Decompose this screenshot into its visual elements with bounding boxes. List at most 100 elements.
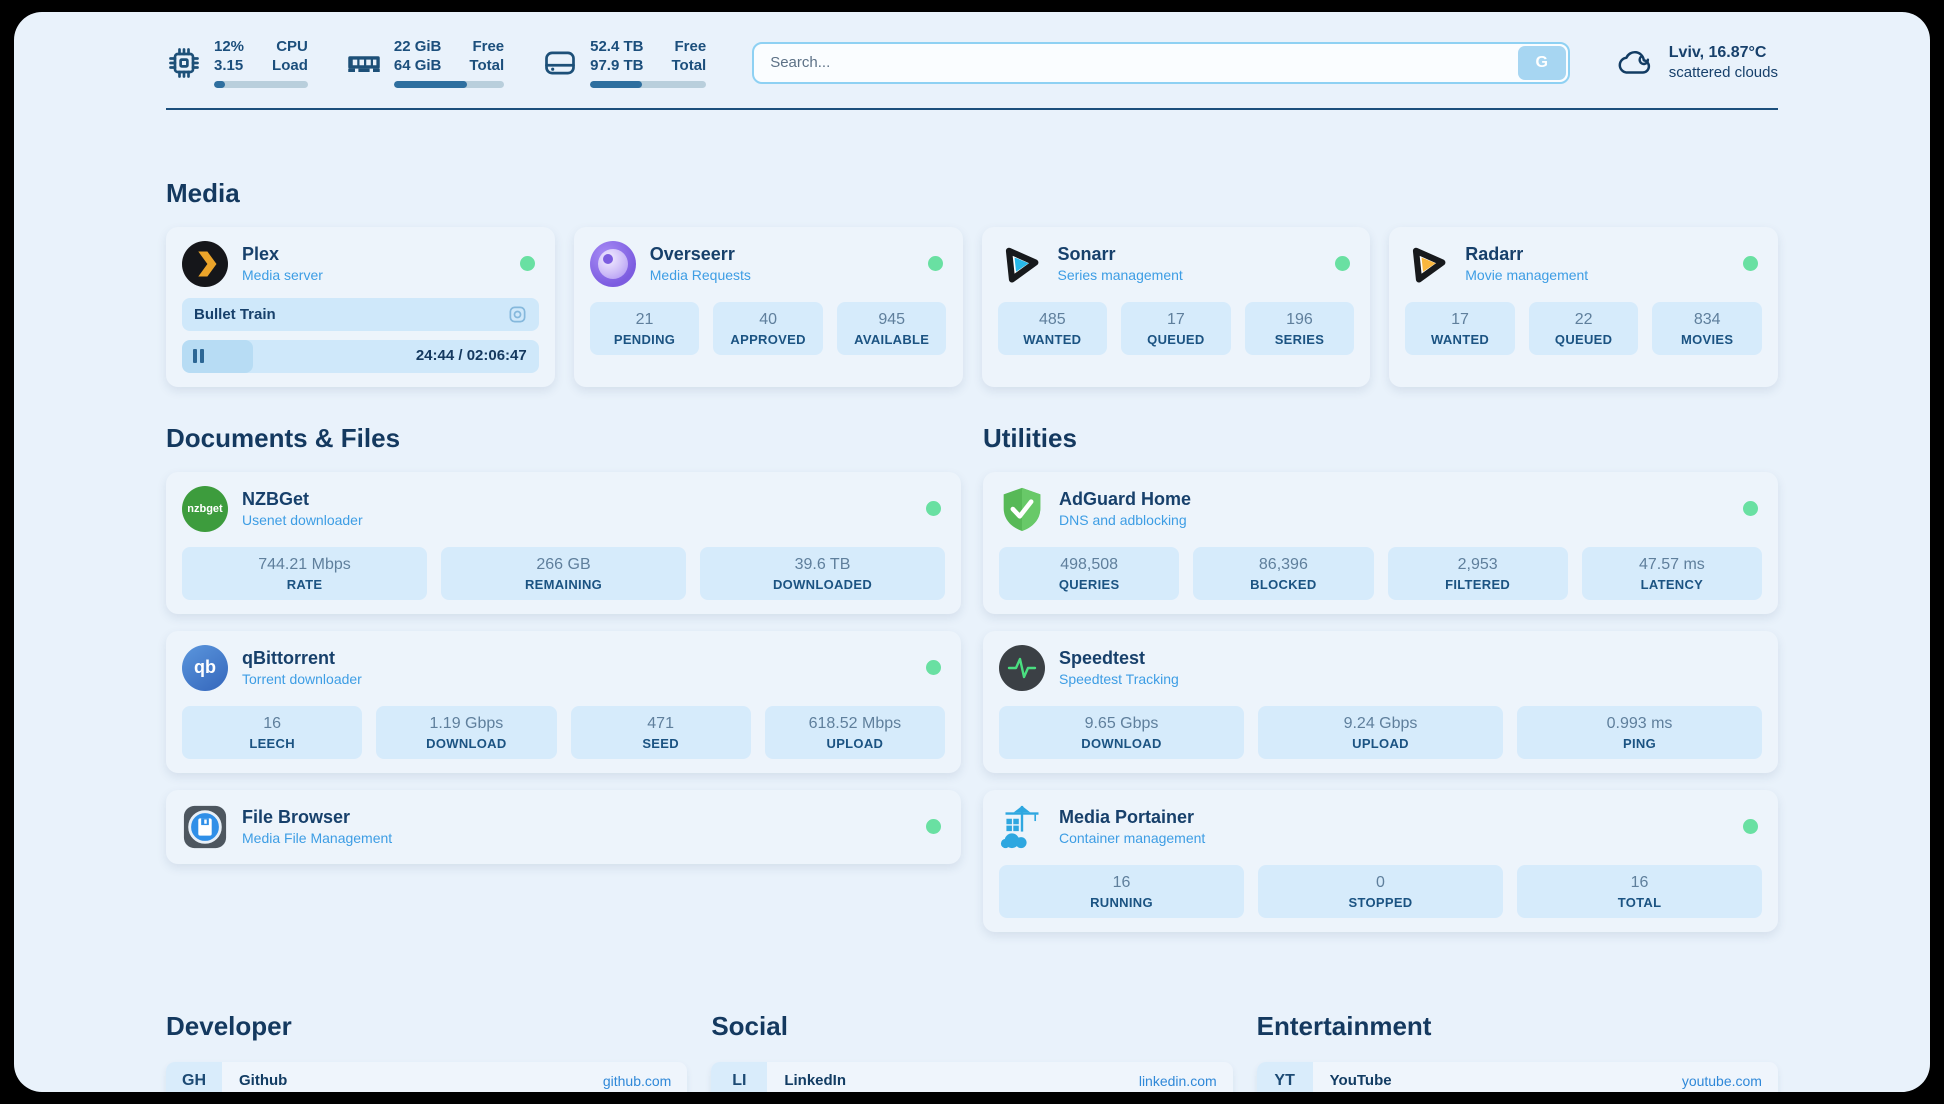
- adguard-header[interactable]: AdGuard Home DNS and adblocking: [999, 486, 1762, 532]
- section-media: Media Plex Media server: [166, 178, 1778, 387]
- stat-value: 834: [1656, 311, 1758, 329]
- cpu-usage-value: 12%: [214, 38, 244, 57]
- nzbget-icon: nzbget: [182, 486, 228, 532]
- cpu-progress-fill: [214, 81, 225, 88]
- pause-icon[interactable]: [193, 349, 204, 363]
- search-input[interactable]: [752, 42, 1570, 84]
- bookmark-linkedin[interactable]: LI LinkedIn linkedin.com: [711, 1062, 1232, 1093]
- stat-label: WANTED: [1002, 332, 1104, 347]
- radarr-stat-wanted: 17 WANTED: [1405, 302, 1515, 355]
- stat-label: DOWNLOAD: [1003, 736, 1240, 751]
- bookmark-abbr: GH: [166, 1062, 222, 1093]
- stream-view-icon[interactable]: [508, 305, 527, 324]
- disk-progress-track: [590, 81, 706, 88]
- qbittorrent-subtitle: Torrent downloader: [242, 671, 362, 687]
- overseerr-icon: [590, 241, 636, 287]
- speedtest-stat-ping: 0.993 ms PING: [1517, 706, 1762, 759]
- section-heading-social: Social: [711, 1011, 1232, 1042]
- stat-label: DOWNLOADED: [704, 577, 941, 592]
- plex-subtitle: Media server: [242, 267, 323, 283]
- adguard-status-dot: [1743, 501, 1758, 516]
- stat-value: 1.19 Gbps: [380, 715, 552, 733]
- stat-label: MOVIES: [1656, 332, 1758, 347]
- bookmarks-social: Social LI LinkedIn linkedin.com TW Twitt…: [711, 1011, 1232, 1093]
- stat-value: 16: [186, 715, 358, 733]
- bookmark-name: LinkedIn: [784, 1072, 846, 1089]
- nzbget-stat-rate: 744.21 Mbps RATE: [182, 547, 427, 600]
- portainer-header[interactable]: Media Portainer Container management: [999, 804, 1762, 850]
- stat-value: 618.52 Mbps: [769, 715, 941, 733]
- stat-label: PENDING: [594, 332, 696, 347]
- ram-progress-fill: [394, 81, 467, 88]
- ram-icon: [346, 45, 382, 81]
- bookmark-abbr: YT: [1257, 1062, 1313, 1093]
- adguard-title: AdGuard Home: [1059, 489, 1191, 510]
- sonarr-header[interactable]: Sonarr Series management: [998, 241, 1355, 287]
- stat-label: QUERIES: [1003, 577, 1175, 592]
- sonarr-card: Sonarr Series management 485 WANTED 17 Q…: [982, 227, 1371, 387]
- bookmark-name: Github: [239, 1072, 287, 1089]
- cpu-load-label: Load: [272, 57, 308, 76]
- qbittorrent-icon: qb: [182, 645, 228, 691]
- search-engine-button[interactable]: G: [1518, 46, 1566, 80]
- stat-value: 0.993 ms: [1521, 715, 1758, 733]
- bookmark-github[interactable]: GH Github github.com: [166, 1062, 687, 1093]
- nzbget-stat-remaining: 266 GB REMAINING: [441, 547, 686, 600]
- stat-label: RATE: [186, 577, 423, 592]
- sonarr-stat-queued: 17 QUEUED: [1121, 302, 1231, 355]
- stat-value: 945: [841, 311, 943, 329]
- top-bar: 12% 3.15 CPU Load: [166, 38, 1778, 88]
- cpu-usage-label: CPU: [272, 38, 308, 57]
- radarr-icon: [1405, 241, 1451, 287]
- sonarr-stat-wanted: 485 WANTED: [998, 302, 1108, 355]
- stat-label: LEECH: [186, 736, 358, 751]
- nzbget-stat-downloaded: 39.6 TB DOWNLOADED: [700, 547, 945, 600]
- stat-value: 47.57 ms: [1586, 556, 1758, 574]
- section-heading-developer: Developer: [166, 1011, 687, 1042]
- search-bar: G: [752, 42, 1570, 84]
- qbittorrent-icon-label: qb: [194, 657, 216, 678]
- qbittorrent-header[interactable]: qb qBittorrent Torrent downloader: [182, 645, 945, 691]
- hardware-widgets: 12% 3.15 CPU Load: [166, 38, 706, 88]
- section-heading-media: Media: [166, 178, 1778, 209]
- stat-value: 744.21 Mbps: [186, 556, 423, 574]
- speedtest-title: Speedtest: [1059, 648, 1179, 669]
- disk-widget: 52.4 TB 97.9 TB Free Total: [542, 38, 706, 88]
- sonarr-stat-series: 196 SERIES: [1245, 302, 1355, 355]
- weather-widget: Lviv, 16.87°C scattered clouds: [1614, 42, 1778, 84]
- cpu-widget: 12% 3.15 CPU Load: [166, 38, 308, 88]
- radarr-header[interactable]: Radarr Movie management: [1405, 241, 1762, 287]
- qbittorrent-stat-download: 1.19 Gbps DOWNLOAD: [376, 706, 556, 759]
- sonarr-title: Sonarr: [1058, 244, 1183, 265]
- stat-label: QUEUED: [1533, 332, 1635, 347]
- filebrowser-title: File Browser: [242, 807, 392, 828]
- stat-label: UPLOAD: [1262, 736, 1499, 751]
- stat-label: PING: [1521, 736, 1758, 751]
- disk-progress-fill: [590, 81, 642, 88]
- radarr-subtitle: Movie management: [1465, 267, 1588, 283]
- stat-label: LATENCY: [1586, 577, 1758, 592]
- adguard-card: AdGuard Home DNS and adblocking 498,508 …: [983, 472, 1778, 614]
- portainer-subtitle: Container management: [1059, 830, 1205, 846]
- filebrowser-card: File Browser Media File Management: [166, 790, 961, 864]
- bookmark-url: github.com: [603, 1073, 671, 1089]
- nzbget-header[interactable]: nzbget NZBGet Usenet downloader: [182, 486, 945, 532]
- speedtest-header[interactable]: Speedtest Speedtest Tracking: [999, 645, 1762, 691]
- overseerr-header[interactable]: Overseerr Media Requests: [590, 241, 947, 287]
- sonarr-status-dot: [1335, 256, 1350, 271]
- section-utilities: Utilities AdGuard Home: [983, 423, 1778, 949]
- qbittorrent-stat-upload: 618.52 Mbps UPLOAD: [765, 706, 945, 759]
- stat-value: 266 GB: [445, 556, 682, 574]
- plex-header[interactable]: Plex Media server: [182, 241, 539, 287]
- filebrowser-header[interactable]: File Browser Media File Management: [182, 804, 945, 850]
- stat-label: WANTED: [1409, 332, 1511, 347]
- overseerr-stat-approved: 40 APPROVED: [713, 302, 823, 355]
- speedtest-stat-upload: 9.24 Gbps UPLOAD: [1258, 706, 1503, 759]
- speedtest-card: Speedtest Speedtest Tracking 9.65 Gbps D…: [983, 631, 1778, 773]
- bookmark-url: youtube.com: [1682, 1073, 1762, 1089]
- speedtest-subtitle: Speedtest Tracking: [1059, 671, 1179, 687]
- cpu-progress-track: [214, 81, 308, 88]
- overseerr-subtitle: Media Requests: [650, 267, 751, 283]
- radarr-card: Radarr Movie management 17 WANTED 22 QUE…: [1389, 227, 1778, 387]
- bookmark-youtube[interactable]: YT YouTube youtube.com: [1257, 1062, 1778, 1093]
